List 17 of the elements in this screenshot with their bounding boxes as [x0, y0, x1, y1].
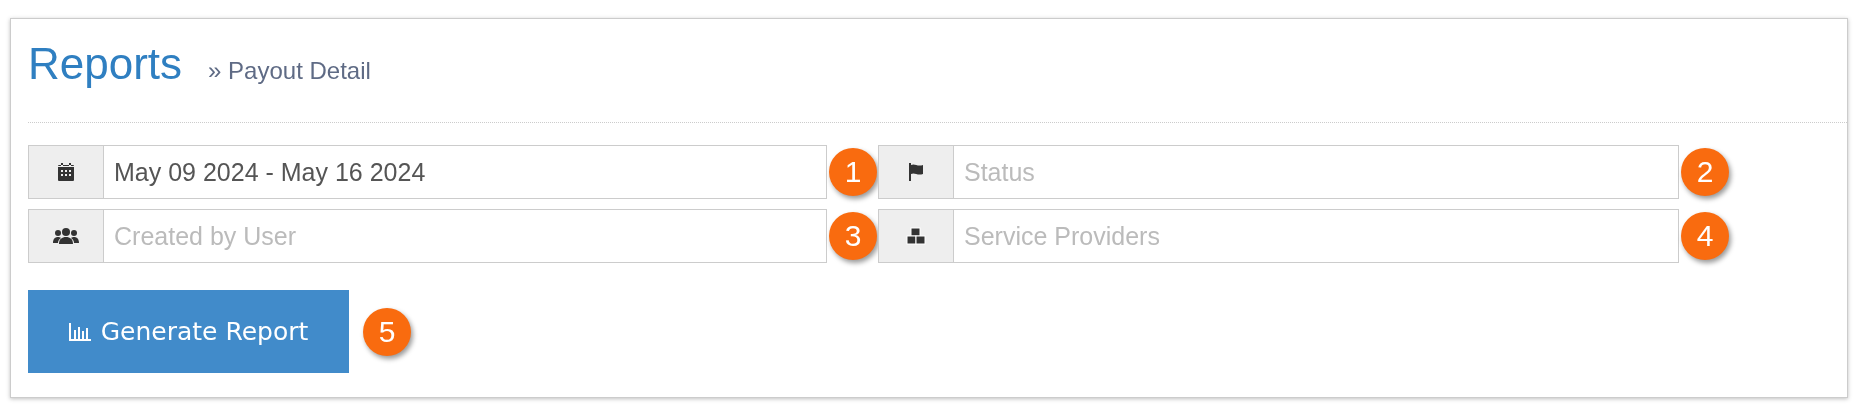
step-badge: 3 — [829, 212, 877, 260]
step-badge: 1 — [829, 148, 877, 196]
generate-report-button[interactable]: Generate Report — [28, 290, 349, 373]
input-field[interactable]: Service Providers — [954, 209, 1679, 263]
page-title: Reports — [28, 39, 183, 89]
step-badge: 5 — [363, 307, 411, 356]
input-field[interactable]: Status — [954, 145, 1679, 199]
calendar-icon — [57, 162, 75, 182]
breadcrumb: » Payout Detail — [208, 57, 371, 85]
step-badge: 2 — [1681, 148, 1729, 196]
input-field[interactable]: Created by User — [104, 209, 827, 263]
flag-icon — [907, 162, 925, 182]
bar-chart-icon — [68, 322, 91, 341]
input-field[interactable]: May 09 2024 - May 16 2024 — [104, 145, 827, 199]
users-icon — [53, 227, 79, 245]
step-badge: 4 — [1681, 212, 1729, 260]
cubes-icon — [906, 227, 926, 245]
